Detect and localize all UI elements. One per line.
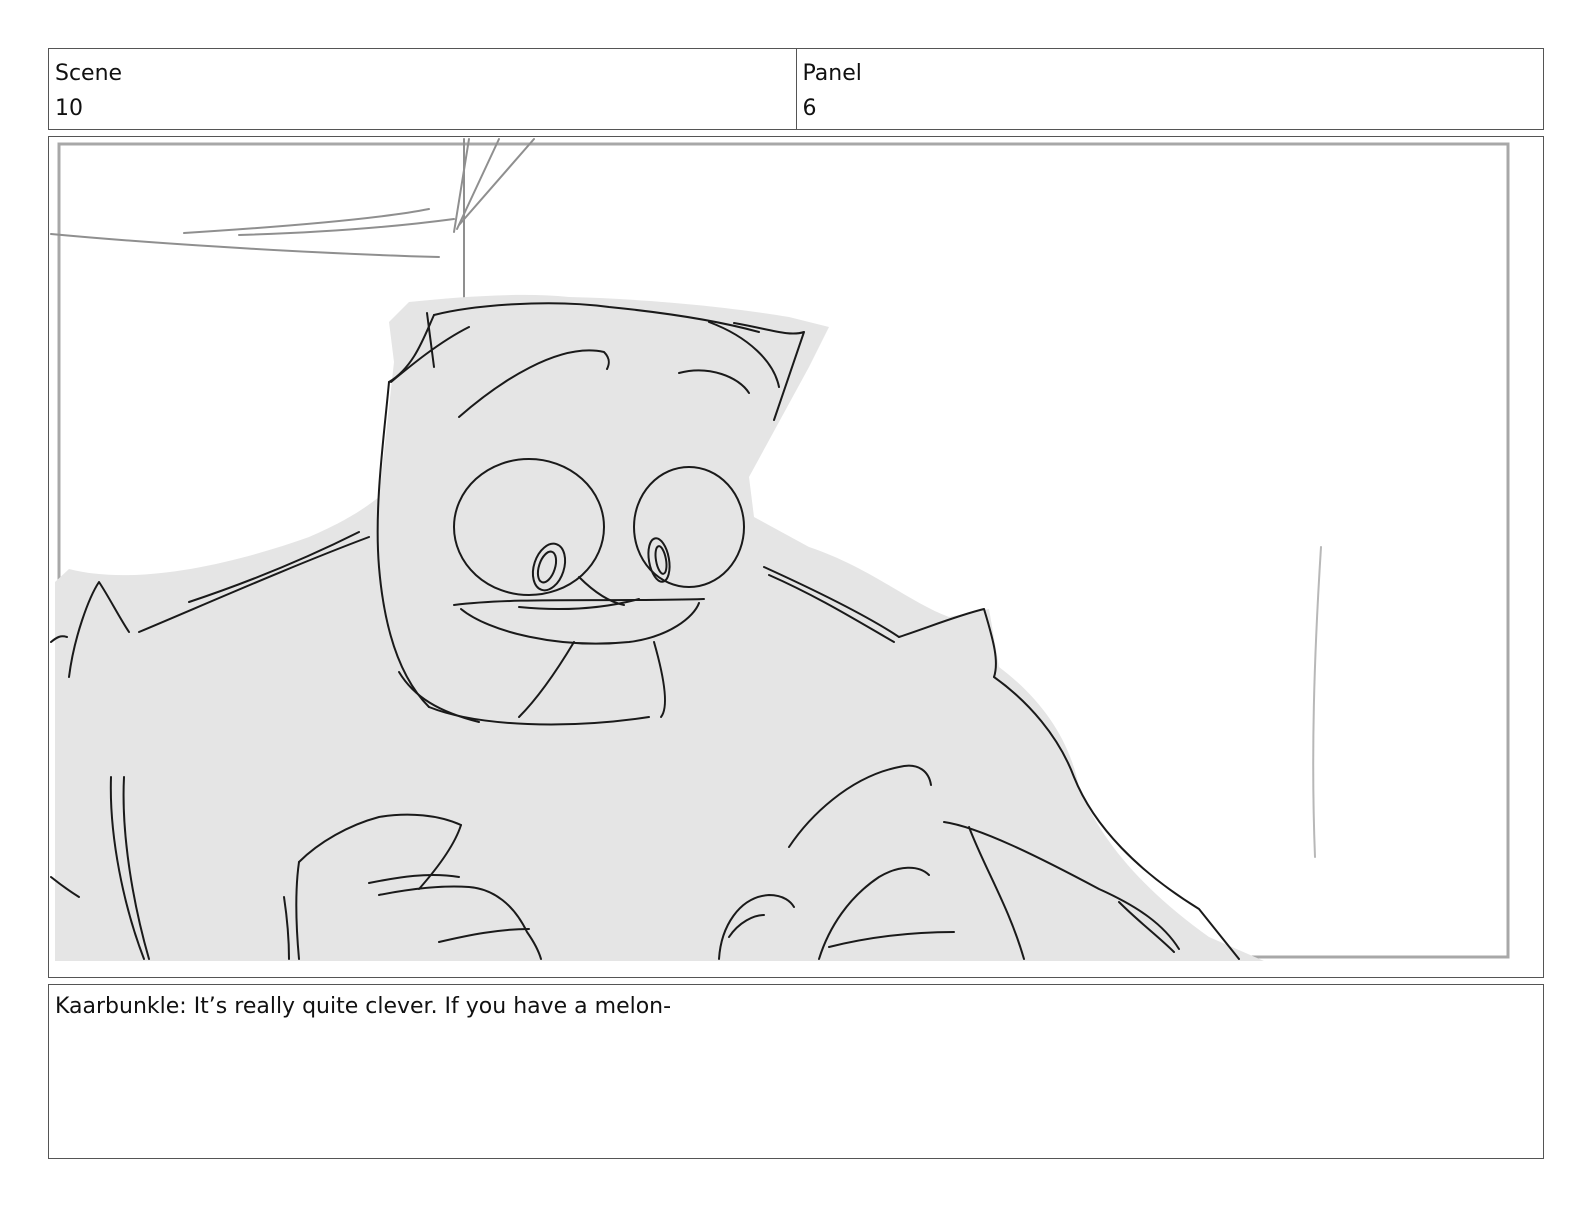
dialogue-notes: Kaarbunkle: It’s really quite clever. If… [48,984,1544,1159]
dialogue-text: Kaarbunkle: It’s really quite clever. If… [55,994,672,1019]
character-sketch-icon [50,138,1510,961]
body-fill [55,294,1264,961]
storyboard-frame [48,136,1544,978]
panel-label: Panel [802,61,862,86]
panel-cell: Panel 6 [795,49,1544,129]
scene-cell: Scene 10 [49,49,796,129]
scene-label: Scene [55,61,123,86]
panel-number: 6 [802,96,817,121]
panel-header: Scene 10 Panel 6 [48,48,1544,130]
scene-number: 10 [55,96,83,121]
